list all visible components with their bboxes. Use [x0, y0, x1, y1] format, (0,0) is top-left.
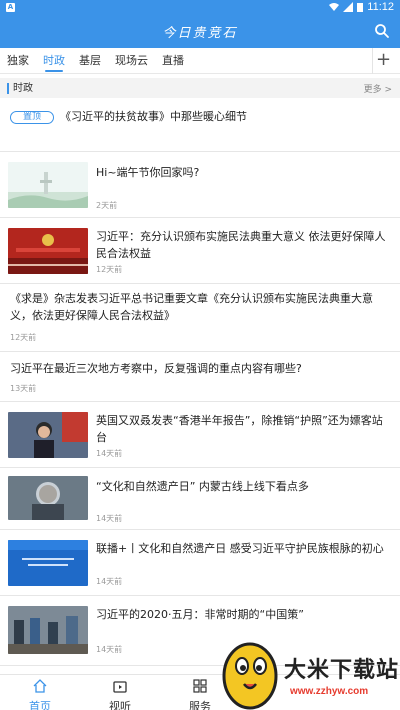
thumbnail-image: [8, 412, 88, 458]
item-title: 习近平在最近三次地方考察中，反复强调的重点内容有哪些?: [10, 362, 302, 375]
video-icon: [113, 681, 127, 693]
battery-icon: [357, 3, 364, 12]
list-item[interactable]: 习近平在最近三次地方考察中，反复强调的重点内容有哪些? 13天前: [0, 352, 400, 402]
wifi-icon: [329, 3, 340, 11]
item-time: 14天前: [96, 577, 123, 586]
pinned-title: 《习近平的扶贫故事》中那些暖心细节: [60, 110, 248, 123]
list-item[interactable]: 习近平：充分认识颁布实施民法典重大意义 依法更好保障人民合法权益 12天前: [0, 218, 400, 284]
nav-video[interactable]: 视听: [80, 675, 160, 710]
home-icon: [33, 679, 47, 693]
notification-icon: A: [6, 2, 15, 12]
item-title: 习近平的2020·五月：非常时期的“中国策”: [96, 608, 304, 621]
thumbnail-image: [8, 540, 88, 586]
thumbnail-image: [8, 606, 88, 654]
item-title: “文化和自然遗产日” 内蒙古线上线下看点多: [96, 480, 309, 493]
item-title: 英国又双叒发表“香港半年报告”，除推销“护照”还为嫖客站台: [96, 414, 383, 444]
nav-home[interactable]: 首页: [0, 675, 80, 710]
item-time: 2天前: [96, 201, 118, 210]
item-title: 《求是》杂志发表习近平总书记重要文章《充分认识颁布实施民法典重大意义，依法更好保…: [10, 292, 373, 322]
item-time: 13天前: [10, 384, 37, 393]
item-time: 12天前: [96, 265, 123, 274]
item-title: 联播+丨文化和自然遗产日 感受习近平守护民族根脉的初心: [96, 542, 384, 555]
app-header: 今日贵竞石: [0, 14, 400, 48]
tab-politics[interactable]: 时政: [36, 48, 72, 74]
item-title: 习近平：充分认识颁布实施民法典重大意义 依法更好保障人民合法权益: [96, 230, 386, 260]
item-time: 14天前: [96, 645, 123, 654]
item-time: 14天前: [96, 449, 123, 458]
tab-exclusive[interactable]: 独家: [0, 48, 36, 74]
add-icon: +: [375, 49, 392, 70]
watermark-text: 大米下载站: [284, 658, 400, 683]
pinned-badge: 置顶: [10, 111, 55, 124]
search-icon[interactable]: [374, 23, 390, 39]
list-item[interactable]: “文化和自然遗产日” 内蒙古线上线下看点多 14天前: [0, 468, 400, 530]
grid-icon: [193, 679, 207, 693]
nav-home-label: 首页: [29, 700, 51, 710]
list-item[interactable]: 《求是》杂志发表习近平总书记重要文章《充分认识颁布实施民法典重大意义，依法更好保…: [0, 284, 400, 352]
tab-live-cloud[interactable]: 现场云: [108, 48, 155, 74]
add-channel-button[interactable]: +: [372, 48, 394, 74]
watermark: 大米下载站 www.zzhyw.com: [218, 632, 400, 710]
app-title: 今日贵竞石: [162, 25, 238, 41]
pinned-item[interactable]: 置顶 《习近平的扶贫故事》中那些暖心细节: [0, 98, 400, 152]
channel-tabs: 独家 时政 基层 现场云 直播 +: [0, 48, 400, 74]
item-title: Hi~端午节你回家吗?: [96, 166, 200, 179]
item-time: 12天前: [10, 333, 37, 342]
tab-live[interactable]: 直播: [155, 48, 191, 74]
thumbnail-image: [8, 162, 88, 208]
section-title: 时政: [7, 82, 33, 94]
status-time: 11:12: [367, 1, 394, 13]
item-time: 14天前: [96, 514, 123, 523]
list-item[interactable]: 联播+丨文化和自然遗产日 感受习近平守护民族根脉的初心 14天前: [0, 530, 400, 596]
list-item[interactable]: 英国又双叒发表“香港半年报告”，除推销“护照”还为嫖客站台 14天前: [0, 402, 400, 468]
thumbnail-image: [8, 228, 88, 274]
signal-icon: [343, 2, 354, 12]
section-header: 时政 更多 >: [0, 78, 400, 98]
watermark-url: www.zzhyw.com: [290, 686, 369, 697]
list-item[interactable]: Hi~端午节你回家吗? 2天前: [0, 152, 400, 218]
status-bar: A 11:12: [0, 0, 400, 14]
more-link[interactable]: 更多 >: [364, 82, 392, 95]
thumbnail-image: [8, 476, 88, 520]
tab-grassroots[interactable]: 基层: [72, 48, 108, 74]
mascot-logo: [222, 642, 278, 710]
nav-video-label: 视听: [109, 700, 131, 710]
